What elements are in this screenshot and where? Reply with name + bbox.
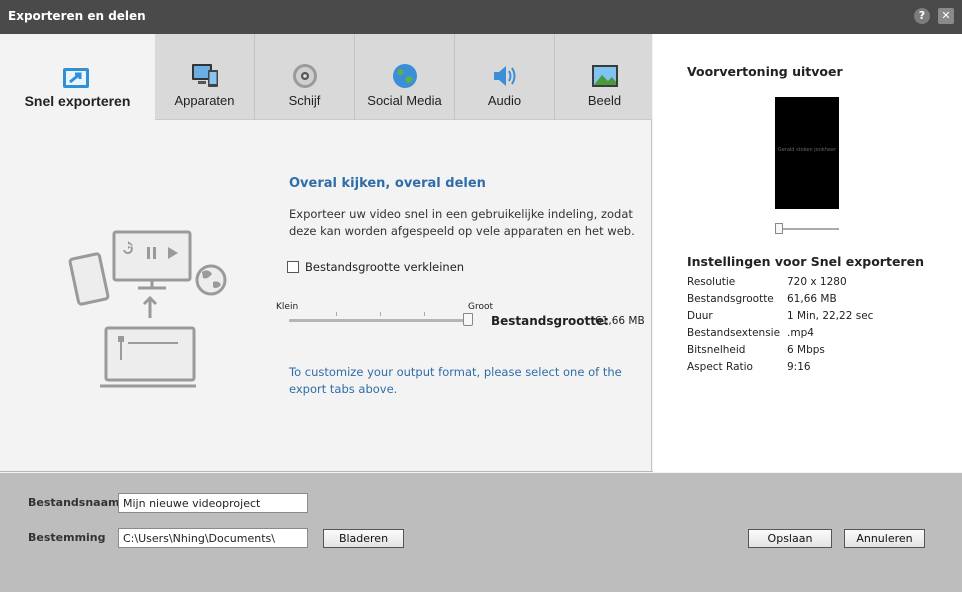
tab-strip: Apparaten Schijf Social Media Audio Beel… bbox=[155, 34, 655, 120]
cancel-button[interactable]: Annuleren bbox=[844, 529, 925, 548]
settings-value: 1 Min, 22,22 sec bbox=[787, 310, 874, 322]
slider-tick bbox=[380, 312, 381, 316]
settings-list: Resolutie 720 x 1280 Bestandsgrootte 61,… bbox=[687, 274, 947, 376]
reduce-size-option[interactable]: Bestandsgrootte verkleinen bbox=[287, 260, 464, 274]
devices-icon bbox=[191, 64, 218, 87]
globe-icon bbox=[392, 64, 417, 88]
settings-key: Aspect Ratio bbox=[687, 361, 753, 373]
settings-key: Resolutie bbox=[687, 276, 736, 288]
filename-label: Bestandsnaam bbox=[28, 496, 120, 509]
speaker-icon bbox=[493, 66, 515, 86]
reduce-size-checkbox[interactable] bbox=[287, 261, 299, 273]
content-heading: Overal kijken, overal delen bbox=[289, 176, 486, 191]
settings-row: Aspect Ratio 9:16 bbox=[687, 359, 947, 376]
tab-beeld[interactable]: Beeld bbox=[555, 34, 655, 120]
size-label: Bestandsgrootte: bbox=[491, 314, 609, 328]
slider-tick bbox=[336, 312, 337, 316]
save-button[interactable]: Opslaan bbox=[748, 529, 832, 548]
slider-max-label: Groot bbox=[468, 302, 494, 312]
settings-title: Instellingen voor Snel exporteren bbox=[687, 254, 924, 269]
settings-key: Bestandsgrootte bbox=[687, 293, 774, 305]
tab-label: Schijf bbox=[288, 93, 321, 108]
settings-value: 61,66 MB bbox=[787, 293, 837, 305]
tab-snel-exporteren[interactable]: Snel exporteren bbox=[0, 34, 155, 122]
settings-value: 9:16 bbox=[787, 361, 811, 373]
size-value: 61,66 MB bbox=[595, 315, 645, 327]
slider-min-label: Klein bbox=[276, 302, 299, 312]
preview-title: Voorvertoning uitvoer bbox=[687, 64, 843, 79]
tab-social-media[interactable]: Social Media bbox=[355, 34, 455, 120]
slider-tick bbox=[424, 312, 425, 316]
size-slider-thumb[interactable] bbox=[463, 313, 473, 326]
preview-scrub-track[interactable] bbox=[777, 228, 839, 230]
preview-screen: Gerald stoken jonkheer bbox=[775, 97, 839, 209]
preview-panel: Voorvertoning uitvoer Gerald stoken jonk… bbox=[653, 34, 962, 472]
quick-export-panel: Overal kijken, overal delen Exporteer uw… bbox=[0, 120, 652, 472]
filename-input[interactable] bbox=[118, 493, 308, 513]
tab-audio[interactable]: Audio bbox=[455, 34, 555, 120]
settings-row: Bestandsgrootte 61,66 MB bbox=[687, 291, 947, 308]
footer-bar: Bestandsnaam Bestemming Bladeren Opslaan… bbox=[0, 473, 962, 592]
tab-label: Beeld bbox=[587, 93, 622, 108]
browse-button[interactable]: Bladeren bbox=[323, 529, 404, 548]
settings-key: Bestandsextensie bbox=[687, 327, 781, 339]
help-icon[interactable]: ? bbox=[914, 8, 930, 24]
window-title: Exporteren en delen bbox=[8, 9, 146, 23]
disc-icon bbox=[292, 64, 317, 88]
preview-screen-text: Gerald stoken jonkheer bbox=[777, 147, 837, 153]
main-area: Snel exporteren Apparaten Schijf Social … bbox=[0, 34, 962, 472]
settings-value: 720 x 1280 bbox=[787, 276, 847, 288]
content-description: Exporteer uw video snel in een gebruikel… bbox=[289, 207, 635, 238]
settings-row: Duur 1 Min, 22,22 sec bbox=[687, 308, 947, 325]
settings-value: 6 Mbps bbox=[787, 344, 825, 356]
customize-hint: To customize your output format, please … bbox=[289, 365, 622, 396]
image-icon bbox=[591, 65, 618, 87]
reduce-size-label: Bestandsgrootte verkleinen bbox=[305, 260, 465, 274]
devices-illustration bbox=[68, 230, 227, 388]
destination-input[interactable] bbox=[118, 528, 308, 548]
tab-label: Snel exporteren bbox=[24, 93, 131, 109]
destination-label: Bestemming bbox=[28, 531, 106, 544]
close-icon[interactable]: ✕ bbox=[938, 8, 954, 24]
settings-row: Bitsnelheid 6 Mbps bbox=[687, 342, 947, 359]
quick-export-icon bbox=[63, 68, 89, 88]
settings-value: .mp4 bbox=[787, 327, 814, 339]
tab-apparaten[interactable]: Apparaten bbox=[155, 34, 255, 120]
settings-key: Duur bbox=[687, 310, 713, 322]
tab-schijf[interactable]: Schijf bbox=[255, 34, 355, 120]
tab-label: Social Media bbox=[367, 93, 442, 108]
tab-label: Audio bbox=[487, 93, 522, 108]
size-slider-track[interactable] bbox=[289, 319, 472, 322]
tab-label: Apparaten bbox=[174, 93, 235, 108]
title-bar: Exporteren en delen ? ✕ bbox=[0, 0, 962, 34]
settings-row: Resolutie 720 x 1280 bbox=[687, 274, 947, 291]
settings-row: Bestandsextensie .mp4 bbox=[687, 325, 947, 342]
settings-key: Bitsnelheid bbox=[687, 344, 746, 356]
size-slider-area: Klein Groot Bestandsgrootte: 61,66 MB bbox=[276, 300, 646, 330]
preview-scrub-thumb[interactable] bbox=[775, 223, 783, 234]
